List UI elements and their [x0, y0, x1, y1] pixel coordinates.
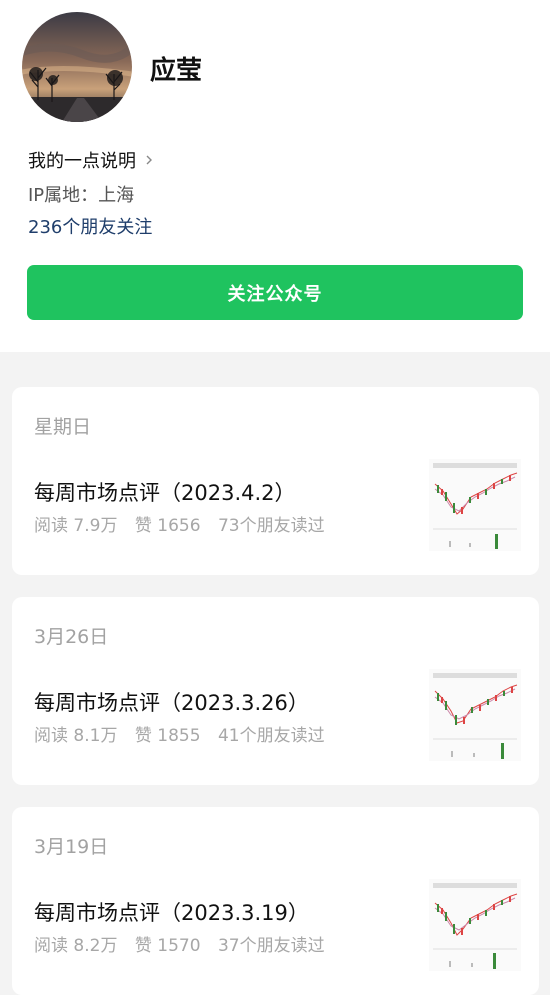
article-stats: 阅读 8.2万 赞 1570 37个朋友读过: [34, 931, 337, 956]
article-title[interactable]: 每周市场点评（2023.3.19）: [34, 897, 309, 927]
account-name: 应莹: [150, 56, 203, 86]
friends-read: 41个朋友读过: [217, 726, 325, 746]
article-stats: 阅读 8.1万 赞 1855 41个朋友读过: [34, 721, 337, 746]
stock-chart-thumbnail-icon: [429, 669, 521, 761]
article-date: 星期日: [34, 416, 92, 438]
ip-location: IP属地：上海: [28, 185, 135, 206]
article-date: 3月19日: [34, 836, 109, 858]
account-description-link[interactable]: 我的一点说明: [28, 147, 154, 173]
article-card[interactable]: 3月26日 每周市场点评（2023.3.26） 阅读 8.1万 赞 1855 4…: [12, 597, 539, 785]
read-count: 阅读 8.2万: [34, 936, 118, 956]
stock-chart-thumbnail-icon: [429, 879, 521, 971]
read-count: 阅读 8.1万: [34, 726, 118, 746]
chevron-right-icon: [146, 155, 152, 165]
like-count: 赞 1570: [134, 936, 201, 956]
avatar[interactable]: [22, 12, 132, 122]
friends-read: 37个朋友读过: [217, 936, 325, 956]
article-thumbnail[interactable]: [429, 879, 521, 971]
article-stats: 阅读 7.9万 赞 1656 73个朋友读过: [34, 511, 337, 536]
follow-button[interactable]: 关注公众号: [27, 265, 523, 320]
article-title[interactable]: 每周市场点评（2023.4.2）: [34, 477, 296, 507]
article-date: 3月26日: [34, 626, 109, 648]
article-title[interactable]: 每周市场点评（2023.3.26）: [34, 687, 309, 717]
article-card[interactable]: 星期日 每周市场点评（2023.4.2） 阅读 7.9万 赞 1656 73个朋…: [12, 387, 539, 575]
friends-following-link[interactable]: 236个朋友关注: [28, 213, 152, 239]
friends-read: 73个朋友读过: [217, 516, 325, 536]
read-count: 阅读 7.9万: [34, 516, 118, 536]
description-label: 我的一点说明: [28, 151, 136, 172]
article-thumbnail[interactable]: [429, 669, 521, 761]
stock-chart-thumbnail-icon: [429, 459, 521, 551]
avatar-image: [22, 12, 132, 122]
profile-header: 应莹 我的一点说明 IP属地：上海 236个朋友关注 关注公众号: [0, 0, 550, 352]
article-card[interactable]: 3月19日 每周市场点评（2023.3.19） 阅读 8.2万 赞 1570 3…: [12, 807, 539, 995]
article-thumbnail[interactable]: [429, 459, 521, 551]
like-count: 赞 1656: [134, 516, 201, 536]
like-count: 赞 1855: [134, 726, 201, 746]
